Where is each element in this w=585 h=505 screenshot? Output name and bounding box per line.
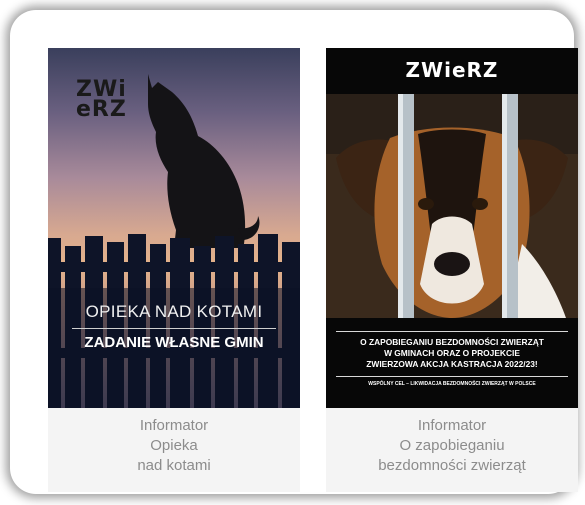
cover-homelessness[interactable]: ZWieRZ O ZAPOBIEGANIU BEZDOMNOŚCI ZWIERZ… bbox=[326, 48, 578, 408]
publications-panel: ZWi eRZ OPIEKA NAD KOTAMI ZADANIE WŁASNE… bbox=[10, 10, 578, 494]
divider bbox=[72, 328, 276, 329]
divider bbox=[336, 376, 568, 377]
cover-cats[interactable]: ZWi eRZ OPIEKA NAD KOTAMI ZADANIE WŁASNE… bbox=[48, 48, 300, 408]
divider bbox=[336, 331, 568, 332]
dog-behind-bars-image bbox=[326, 94, 578, 318]
zwierz-logo: ZWi eRZ bbox=[76, 77, 127, 122]
publication-card-cats[interactable]: ZWi eRZ OPIEKA NAD KOTAMI ZADANIE WŁASNE… bbox=[48, 48, 300, 492]
publication-card-homelessness[interactable]: ZWieRZ O ZAPOBIEGANIU BEZDOMNOŚCI ZWIERZ… bbox=[326, 48, 578, 492]
zwierz-logo: ZWieRZ bbox=[405, 58, 499, 82]
cover-footer: WSPÓLNY CEL – LIKWIDACJA BEZDOMNOŚCI ZWI… bbox=[368, 381, 536, 387]
card-caption[interactable]: Informator Opieka nad kotami bbox=[48, 416, 300, 476]
cover-subtitle: ZADANIE WŁASNE GMIN bbox=[84, 334, 264, 351]
cover-headline: O ZAPOBIEGANIU BEZDOMNOŚCI ZWIERZĄT W GM… bbox=[360, 337, 544, 369]
card-caption[interactable]: Informator O zapobieganiu bezdomności zw… bbox=[326, 416, 578, 476]
cover-title: OPIEKA NAD KOTAMI bbox=[85, 302, 263, 321]
